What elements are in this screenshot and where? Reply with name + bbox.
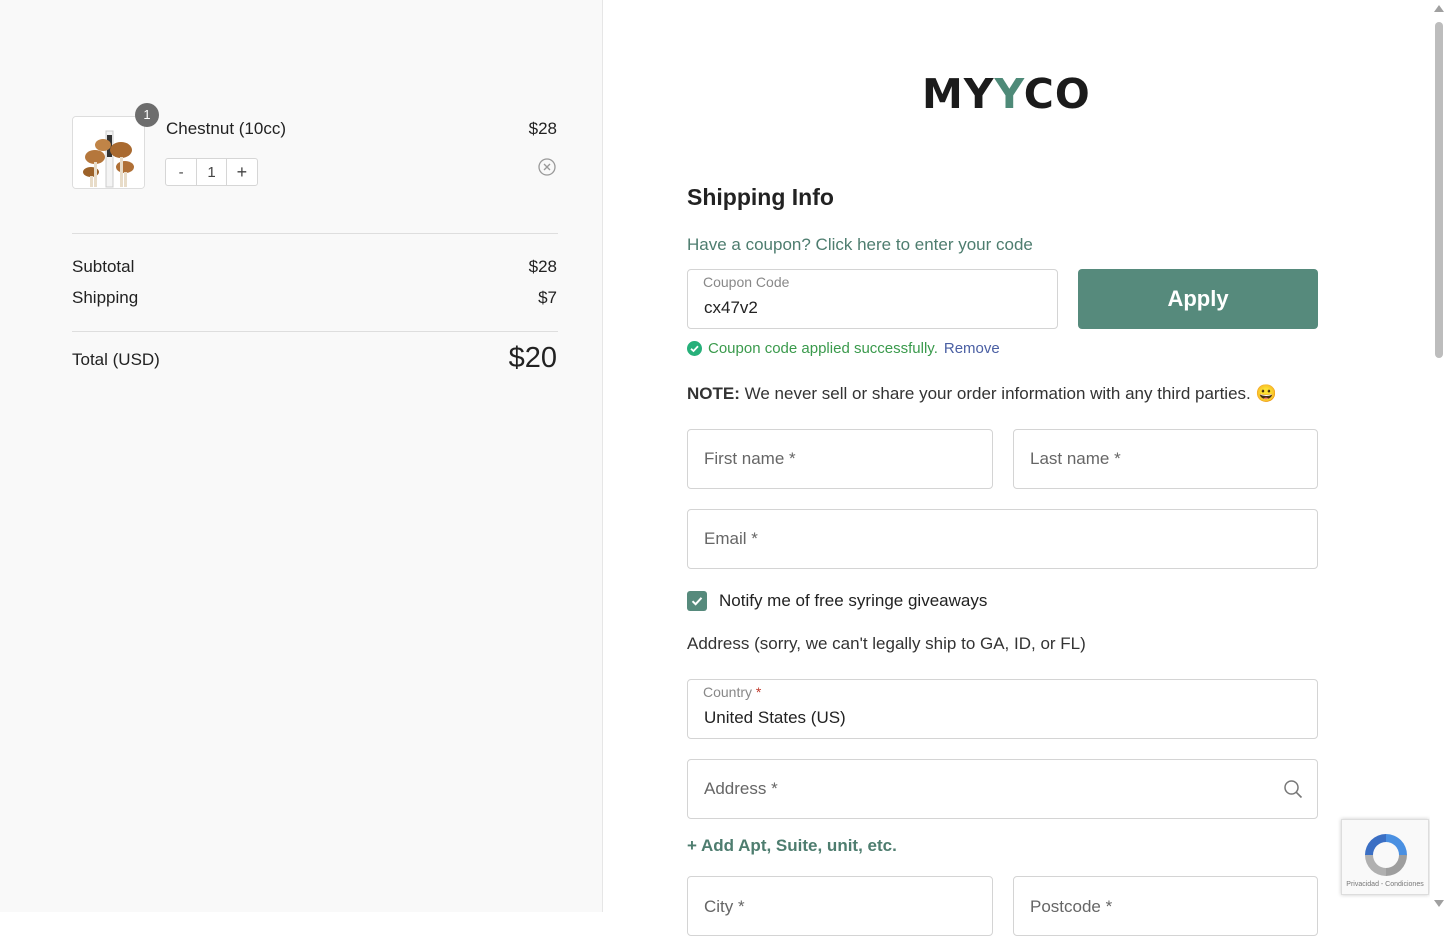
country-select[interactable]: Country * United States (US) [687,679,1318,739]
summary-divider [72,233,558,234]
last-name-field[interactable]: Last name * [1013,429,1318,489]
postcode-field[interactable]: Postcode * [1013,876,1318,936]
city-field[interactable]: City * [687,876,993,936]
add-apt-link[interactable]: + Add Apt, Suite, unit, etc. [687,836,897,856]
privacy-note: NOTE: We never sell or share your order … [687,384,1277,404]
quantity-value[interactable]: 1 [197,159,225,185]
coupon-code-label: Coupon Code [703,274,790,290]
scroll-down-arrow-icon[interactable] [1434,900,1444,907]
note-text: We never sell or share your order inform… [744,384,1277,403]
success-text: Coupon code applied successfully. [708,340,938,357]
remove-item-icon[interactable] [538,158,556,176]
cart-quantity-badge: 1 [135,103,159,127]
shipping-value: $7 [538,288,557,307]
recaptcha-badge[interactable]: Privacidad - Condiciones [1341,819,1429,895]
scroll-up-arrow-icon[interactable] [1434,5,1444,12]
email-field[interactable]: Email * [687,509,1318,569]
total-value: $20 [508,342,557,374]
logo-text-y: Y [994,70,1024,118]
country-label-text: Country [703,684,753,700]
search-icon [1284,780,1303,799]
success-check-icon [687,341,702,356]
increase-quantity-button[interactable]: + [225,159,257,185]
subtotal-value: $28 [528,257,557,276]
coupon-code-field[interactable]: Coupon Code cx47v2 [687,269,1058,329]
coupon-success-message: Coupon code applied successfully. Remove [687,340,1000,357]
last-name-placeholder: Last name * [1030,449,1121,468]
country-value: United States (US) [704,708,846,727]
order-summary-panel: 1 Chestnut (10cc) $28 - 1 + Subtotal $28… [0,0,603,912]
required-marker: * [755,684,762,700]
total-label: Total (USD) [72,350,160,369]
quantity-stepper: - 1 + [165,158,258,186]
notify-label[interactable]: Notify me of free syringe giveaways [719,591,987,611]
note-prefix: NOTE: [687,384,740,403]
postcode-placeholder: Postcode * [1030,897,1113,916]
logo-text-left: MY [922,70,995,118]
coupon-link[interactable]: Have a coupon? Click here to enter your … [687,235,1033,255]
brand-logo[interactable]: MYYCO [922,70,1091,118]
recaptcha-icon [1365,834,1407,876]
email-placeholder: Email * [704,529,758,548]
address-placeholder: Address * [704,779,778,798]
apply-coupon-button[interactable]: Apply [1078,269,1318,329]
first-name-field[interactable]: First name * [687,429,993,489]
product-name: Chestnut (10cc) [166,119,286,138]
product-thumbnail [72,116,145,189]
recaptcha-fine-print[interactable]: Privacidad - Condiciones [1342,881,1428,888]
address-field[interactable]: Address * [687,759,1318,819]
page-scrollbar[interactable] [1430,0,1447,912]
checkmark-icon [691,597,703,606]
subtotal-label: Subtotal [72,257,135,276]
total-divider [72,331,558,332]
scrollbar-thumb[interactable] [1435,22,1443,358]
city-placeholder: City * [704,897,745,916]
decrease-quantity-button[interactable]: - [166,159,198,185]
logo-text-right: CO [1023,70,1091,118]
first-name-placeholder: First name * [704,449,796,468]
notify-checkbox[interactable] [687,591,707,611]
address-note: Address (sorry, we can't legally ship to… [687,634,1086,653]
country-label: Country * [703,684,761,700]
remove-coupon-link[interactable]: Remove [944,340,1000,357]
section-title: Shipping Info [687,184,834,210]
product-price: $28 [528,119,557,138]
shipping-label: Shipping [72,288,139,307]
coupon-code-value: cx47v2 [704,298,758,317]
